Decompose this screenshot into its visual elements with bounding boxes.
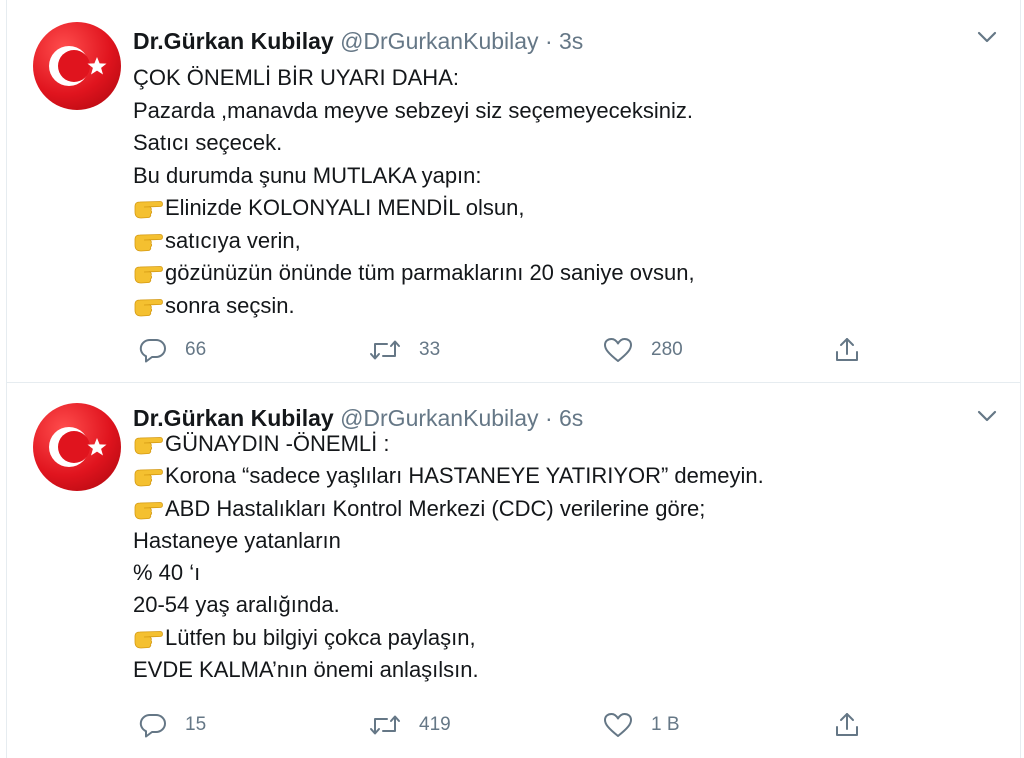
heart-icon — [604, 713, 632, 737]
like-button[interactable]: 280 — [603, 332, 683, 368]
share-button[interactable] — [833, 332, 879, 368]
pointing-hand-icon — [133, 196, 163, 220]
tweet-line-text: Pazarda ,manavda meyve sebzeyi siz seçem… — [133, 97, 694, 123]
tweet-line: ABD Hastalıkları Kontrol Merkezi (CDC) v… — [133, 493, 764, 525]
timeline: Dr.Gürkan Kubilay @DrGurkanKubilay · 3s … — [0, 0, 1024, 758]
tweet-time[interactable]: 3s — [559, 28, 583, 54]
timeline-right-border — [1020, 0, 1021, 758]
tweet-line: Elinizde KOLONYALI MENDİL olsun, — [133, 192, 695, 225]
like-button[interactable]: 1 B — [603, 707, 680, 743]
tweet-text: GÜNAYDIN -ÖNEMLİ : Korona “sadece yaşlıl… — [133, 428, 764, 686]
retweet-button[interactable]: 33 — [369, 332, 440, 368]
like-count: 280 — [651, 339, 683, 360]
tweet-line-text: satıcıya verin, — [165, 227, 301, 253]
tweet-actions: 66 33 280 — [133, 332, 873, 368]
backhand-index-pointing-right-icon — [134, 437, 163, 455]
tweet-line: EVDE KALMA’nın önemi anlaşılsın. — [133, 654, 764, 686]
pointing-hand-icon — [133, 294, 163, 318]
tweet-line-text: gözünüzün önünde tüm parmaklarını 20 san… — [165, 260, 695, 285]
pointing-hand-icon — [133, 261, 163, 285]
tweet-line: satıcıya verin, — [133, 225, 695, 258]
share-icon — [836, 338, 858, 361]
heart-icon — [604, 338, 632, 362]
tweet[interactable]: Dr.Gürkan Kubilay @DrGurkanKubilay · 6s … — [7, 383, 1020, 758]
author-name[interactable]: Dr.Gürkan Kubilay — [133, 28, 334, 54]
author-handle[interactable]: @DrGurkanKubilay — [340, 28, 538, 54]
tweet-line-text: GÜNAYDIN -ÖNEMLİ : — [165, 431, 390, 456]
retweet-count: 419 — [419, 714, 451, 735]
share-button[interactable] — [833, 707, 879, 743]
tweet-line-text: ABD Hastalıkları Kontrol Merkezi (CDC) v… — [165, 495, 706, 521]
tweet-line: sonra seçsin. — [133, 290, 695, 323]
tweet-actions: 15 419 1 B — [133, 707, 873, 743]
pointing-hand-icon — [133, 229, 163, 253]
tweet-line: gözünüzün önünde tüm parmaklarını 20 san… — [133, 257, 695, 290]
more-options-button[interactable] — [976, 30, 998, 44]
pointing-hand-icon — [133, 464, 163, 488]
backhand-index-pointing-right-icon — [134, 201, 163, 219]
backhand-index-pointing-right-icon — [134, 469, 163, 487]
tweet-line-text: Bu durumda şunu MUTLAKA yapın: — [133, 162, 482, 188]
tweet-line: Satıcı seçecek. — [133, 127, 695, 160]
pointing-hand-icon — [133, 626, 163, 650]
reply-button[interactable]: 66 — [139, 332, 206, 368]
turkish-flag-icon — [49, 427, 107, 467]
tweet-line-text: Satıcı seçecek. — [133, 130, 283, 155]
reply-icon — [139, 338, 166, 363]
tweet-line: % 40 ‘ı — [133, 557, 764, 589]
tweet-line-text: EVDE KALMA’nın önemi anlaşılsın. — [133, 657, 479, 683]
tweet-line-text: Lütfen bu bilgiyi çokca paylaşın, — [165, 624, 476, 650]
tweet-line: 20-54 yaş aralığında. — [133, 589, 764, 621]
tweet-line-text: ÇOK ÖNEMLİ BİR UYARI DAHA: — [133, 65, 459, 90]
share-icon — [836, 713, 858, 736]
reply-count: 66 — [185, 339, 207, 360]
backhand-index-pointing-right-icon — [134, 631, 163, 649]
retweet-icon — [370, 715, 400, 735]
retweet-icon — [370, 340, 400, 360]
tweet-line: Hastaneye yatanların — [133, 525, 764, 557]
more-options-button[interactable] — [976, 409, 998, 423]
tweet-line-text: Korona “sadece yaşlıları HASTANEYE YATIR… — [165, 463, 764, 489]
tweet-line: Bu durumda şunu MUTLAKA yapın: — [133, 160, 695, 193]
tweet[interactable]: Dr.Gürkan Kubilay @DrGurkanKubilay · 3s … — [7, 0, 1020, 383]
avatar[interactable] — [33, 22, 121, 110]
tweet-line: GÜNAYDIN -ÖNEMLİ : — [133, 428, 764, 460]
like-count: 1 B — [651, 714, 680, 735]
backhand-index-pointing-right-icon — [134, 266, 163, 284]
tweet-line-text: sonra seçsin. — [165, 292, 295, 318]
pointing-hand-icon — [133, 497, 163, 521]
retweet-count: 33 — [419, 339, 441, 360]
backhand-index-pointing-right-icon — [134, 233, 163, 252]
tweet-line-text: Elinizde KOLONYALI MENDİL olsun, — [165, 195, 525, 220]
chevron-down-icon — [977, 410, 997, 422]
chevron-down-icon — [977, 31, 997, 43]
tweet-text: ÇOK ÖNEMLİ BİR UYARI DAHA: Pazarda ,mana… — [133, 62, 695, 322]
backhand-index-pointing-right-icon — [134, 501, 163, 520]
tweet-line-text: 20-54 yaş aralığında. — [133, 592, 340, 618]
separator-dot: · — [544, 28, 553, 54]
tweet-line: Korona “sadece yaşlıları HASTANEYE YATIR… — [133, 460, 764, 492]
avatar[interactable] — [33, 403, 121, 491]
tweet-line: Pazarda ,manavda meyve sebzeyi siz seçem… — [133, 95, 695, 128]
pointing-hand-icon — [133, 432, 163, 456]
turkish-flag-icon — [49, 46, 107, 86]
tweet-line-text: % 40 ‘ı — [133, 560, 201, 586]
retweet-button[interactable]: 419 — [369, 707, 451, 743]
reply-icon — [139, 713, 166, 738]
backhand-index-pointing-right-icon — [134, 298, 163, 317]
tweet-line: ÇOK ÖNEMLİ BİR UYARI DAHA: — [133, 62, 695, 95]
reply-count: 15 — [185, 714, 207, 735]
tweet-header: Dr.Gürkan Kubilay @DrGurkanKubilay · 3s — [133, 26, 583, 56]
tweet-line-text: Hastaneye yatanların — [133, 527, 341, 553]
reply-button[interactable]: 15 — [139, 707, 206, 743]
tweet-line: Lütfen bu bilgiyi çokca paylaşın, — [133, 622, 764, 654]
